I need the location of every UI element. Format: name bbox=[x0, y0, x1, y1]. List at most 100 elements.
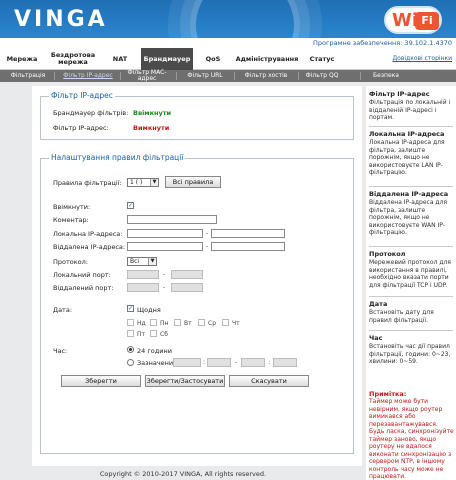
wifi-signal-graphic bbox=[190, 0, 300, 38]
protocol-label: Протокол: bbox=[53, 258, 89, 266]
nav-item-network[interactable]: Мережа bbox=[0, 48, 44, 70]
day-checkbox-wed[interactable] bbox=[198, 319, 205, 326]
enable-checkbox[interactable]: ✓ bbox=[127, 202, 134, 209]
time-24h-label: 24 години bbox=[137, 347, 172, 355]
filter-rules-label: Правила фільтрації: bbox=[53, 179, 122, 187]
day-label-sat: Сб bbox=[160, 331, 168, 338]
remote-port-start-input[interactable] bbox=[127, 283, 159, 292]
firewall-filter-label: Брандмауер фільтрів: bbox=[53, 109, 129, 117]
help-section-remote-ip: Віддалена IP-адреса Віддалена IP-адреса … bbox=[369, 190, 449, 236]
end-hour-input[interactable] bbox=[241, 358, 265, 367]
wifi-logo: Wi Fi bbox=[384, 6, 442, 34]
ip-filter-fieldset: Фільтр IP-адрес Брандмауер фільтрів: Вві… bbox=[40, 91, 354, 140]
day-label-sun: Нд bbox=[137, 320, 146, 327]
remote-ip-end-input[interactable] bbox=[211, 242, 285, 251]
local-ip-label: Локальна IP-адреса: bbox=[53, 230, 123, 238]
nav-item-administration[interactable]: Адміністрування bbox=[232, 48, 302, 70]
time-custom-radio[interactable] bbox=[127, 359, 134, 366]
subnav-item-qq-filter[interactable]: Фільтр QQ bbox=[300, 70, 344, 82]
range-dash: - bbox=[163, 270, 166, 278]
day-checkbox-mon[interactable] bbox=[150, 319, 157, 326]
help-section-ip-filter: Фільтр IP-адрес Фільтрація по локальній … bbox=[369, 90, 451, 121]
protocol-select[interactable]: Всі ▼ bbox=[127, 257, 157, 266]
ip-filter-status: Вимкнути bbox=[133, 124, 170, 132]
time-custom-label: Зазначений bbox=[137, 359, 178, 367]
remote-port-label: Віддалений порт: bbox=[53, 284, 114, 292]
help-divider bbox=[369, 246, 453, 247]
help-section-local-ip: Локальна IP-адреса Локальна IP-адреса дл… bbox=[369, 130, 445, 176]
local-port-start-input[interactable] bbox=[127, 270, 159, 279]
ip-filter-label: Фільтр IP-адрес: bbox=[53, 124, 109, 132]
day-label-thu: Чт bbox=[232, 320, 240, 327]
day-label-mon: Пн bbox=[160, 320, 169, 327]
range-dash: - bbox=[206, 242, 209, 250]
nav-item-firewall[interactable]: Брандмауер bbox=[141, 48, 193, 70]
date-label: Дата: bbox=[53, 306, 73, 314]
day-label-tue: Вт bbox=[184, 320, 192, 327]
subnav-item-filtering[interactable]: Фільтрація bbox=[6, 70, 50, 82]
cancel-button[interactable]: Скасувати bbox=[229, 375, 309, 387]
subnav-separator bbox=[234, 72, 235, 80]
help-sidebar: Фільтр IP-адрес Фільтрація по локальній … bbox=[366, 86, 456, 480]
chevron-down-icon: ▼ bbox=[148, 258, 156, 265]
remote-ip-label: Віддалена IP-адреса: bbox=[53, 243, 126, 251]
local-port-label: Локальний порт: bbox=[53, 271, 111, 279]
nav-item-nat[interactable]: NAT bbox=[102, 48, 138, 70]
subnav-item-mac-filter[interactable]: Фільтр MAC-адрес bbox=[122, 70, 172, 82]
start-minute-input[interactable] bbox=[207, 358, 231, 367]
sub-nav: Фільтрація Фільтр IP-адрес Фільтр MAC-ад… bbox=[0, 70, 456, 82]
local-port-end-input[interactable] bbox=[171, 270, 203, 279]
time-colon: : bbox=[203, 358, 206, 366]
help-section-time: Час Встановіть час дії правил фільтрації… bbox=[369, 334, 451, 365]
help-divider bbox=[369, 126, 453, 127]
day-checkbox-tue[interactable] bbox=[174, 319, 181, 326]
firmware-version: Програмне забезпечення: 39.102.1.4370 bbox=[313, 39, 452, 47]
nav-item-qos[interactable]: QoS bbox=[196, 48, 230, 70]
day-checkbox-sat[interactable] bbox=[150, 330, 157, 337]
subnav-separator bbox=[298, 72, 299, 80]
nav-item-status[interactable]: Статус bbox=[302, 48, 342, 70]
copyright-footer: Copyright © 2010-2017 VINGA, All rights … bbox=[99, 470, 267, 478]
all-rules-button[interactable]: Всі правила bbox=[165, 176, 221, 188]
vinga-logo: VINGA bbox=[14, 7, 108, 32]
time-24h-radio[interactable] bbox=[127, 346, 134, 353]
day-checkbox-thu[interactable] bbox=[222, 319, 229, 326]
range-dash: - bbox=[235, 358, 238, 366]
help-divider bbox=[369, 330, 453, 331]
start-hour-input[interactable] bbox=[173, 358, 201, 367]
filter-rules-fieldset: Налаштування правил фільтрації Правила ф… bbox=[40, 153, 354, 454]
header-banner: VINGA Wi Fi bbox=[0, 0, 456, 38]
subnav-item-host-filter[interactable]: Фільтр хостів bbox=[238, 70, 294, 82]
day-checkbox-fri[interactable] bbox=[127, 330, 134, 337]
remote-port-end-input[interactable] bbox=[171, 283, 203, 292]
time-colon: : bbox=[268, 358, 271, 366]
subnav-separator bbox=[120, 72, 121, 80]
ip-filter-legend: Фільтр IP-адрес bbox=[49, 91, 115, 100]
subnav-item-security[interactable]: Безпека bbox=[366, 70, 406, 82]
subnav-item-ip-filter[interactable]: Фільтр IP-адрес bbox=[58, 70, 118, 82]
help-pages-link[interactable]: Довідкові сторінки bbox=[392, 55, 452, 62]
nav-item-wireless[interactable]: Бездротова мережа bbox=[44, 48, 102, 70]
end-minute-input[interactable] bbox=[273, 358, 297, 367]
firewall-filter-status: Ввімкнути bbox=[133, 109, 172, 117]
day-label-fri: Пт bbox=[137, 331, 146, 338]
comment-label: Коментар: bbox=[53, 216, 89, 224]
enable-label: Ввімкнути: bbox=[53, 203, 91, 211]
remote-ip-start-input[interactable] bbox=[127, 242, 203, 251]
day-label-wed: Ср bbox=[208, 320, 216, 327]
subnav-separator bbox=[176, 72, 177, 80]
filter-rules-select[interactable]: 1 ( ) ▼ bbox=[127, 178, 159, 187]
chevron-down-icon: ▼ bbox=[150, 179, 158, 186]
subnav-item-url-filter[interactable]: Фільтр URL bbox=[180, 70, 230, 82]
local-ip-start-input[interactable] bbox=[127, 229, 203, 238]
help-section-protocol: Протокол Мережевий протокол для використ… bbox=[369, 250, 451, 289]
firmware-bar: Програмне забезпечення: 39.102.1.4370 bbox=[0, 38, 456, 48]
main-nav: Мережа Бездротова мережа NAT Брандмауер … bbox=[0, 48, 456, 70]
daily-checkbox[interactable]: ✓ bbox=[127, 305, 134, 312]
help-divider bbox=[369, 186, 453, 187]
save-button[interactable]: Зберегти bbox=[61, 375, 141, 387]
save-apply-button[interactable]: Зберегти/Застосувати bbox=[145, 375, 225, 387]
local-ip-end-input[interactable] bbox=[211, 229, 285, 238]
comment-input[interactable] bbox=[127, 215, 217, 224]
day-checkbox-sun[interactable] bbox=[127, 319, 134, 326]
